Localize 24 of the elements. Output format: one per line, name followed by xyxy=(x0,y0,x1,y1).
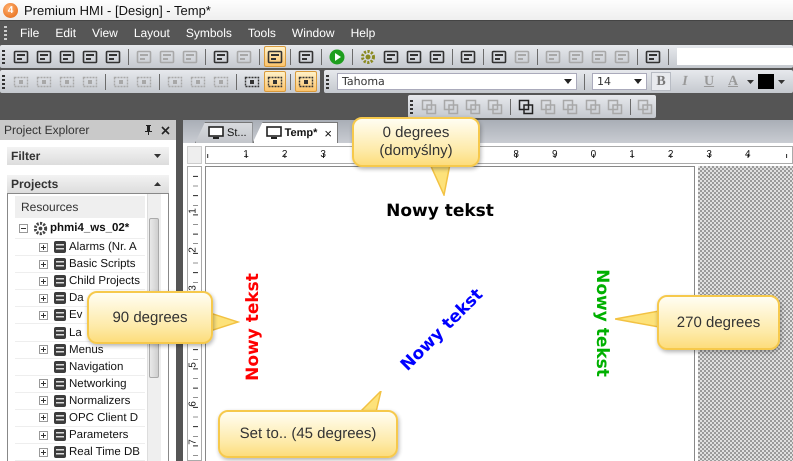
callout-tooltip: 0 degrees (domyślny) xyxy=(352,117,480,167)
ruler-label: 8 xyxy=(513,149,519,160)
ruler-label: 3 xyxy=(320,149,326,160)
ruler-label: 1 xyxy=(243,149,249,160)
callout-tooltip: Set to.. (45 degrees) xyxy=(218,410,398,458)
ruler-label: 7 xyxy=(187,439,198,445)
ruler-label: 3 xyxy=(706,149,712,160)
tree-header: Resources xyxy=(15,196,145,218)
ruler-label: 3 xyxy=(187,285,198,291)
ruler-label: 0 xyxy=(590,149,596,160)
ruler-label: 4 xyxy=(745,149,751,160)
ruler-label: 6 xyxy=(187,400,198,406)
callout-tooltip: 90 degrees xyxy=(87,291,213,344)
ruler-label: 5 xyxy=(187,362,198,368)
callout-tooltip: 270 degrees xyxy=(657,295,780,350)
window-title: Premium HMI - [Design] - Temp* xyxy=(24,2,211,18)
ruler-label: 1 xyxy=(629,149,635,160)
ruler-label: 1 xyxy=(187,208,198,214)
ruler-label: 2 xyxy=(668,149,674,160)
app-logo-icon: 4 xyxy=(3,2,18,18)
ruler-label: 9 xyxy=(552,149,558,160)
ruler-label: 2 xyxy=(187,246,198,252)
panel-title: Project Explorer xyxy=(4,123,90,137)
ruler-label: 2 xyxy=(282,149,288,160)
